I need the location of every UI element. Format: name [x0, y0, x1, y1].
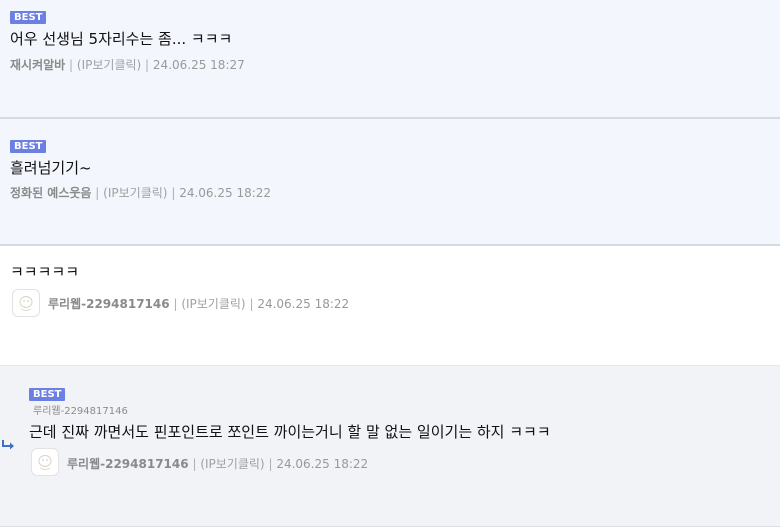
- default-avatar-icon[interactable]: [12, 289, 40, 317]
- separator: |: [268, 457, 273, 471]
- author-name[interactable]: 정화된 예스웃음: [10, 186, 91, 200]
- separator: |: [171, 186, 176, 200]
- comment-text: 어우 선생님 5자리수는 좀... ㅋㅋㅋ: [10, 30, 233, 48]
- separator: |: [249, 297, 254, 311]
- ip-view-link[interactable]: (IP보기클릭): [77, 58, 141, 72]
- separator: |: [192, 457, 197, 471]
- comment-item: BEST 흘려넘기기~ 정화된 예스웃음 | (IP보기클릭) | 24.06.…: [0, 119, 780, 246]
- timestamp: 24.06.25 18:22: [257, 297, 350, 311]
- ip-view-link[interactable]: (IP보기클릭): [103, 186, 167, 200]
- default-avatar-icon[interactable]: [31, 448, 59, 476]
- separator: |: [145, 58, 150, 72]
- author-name[interactable]: 루리웹-2294817146: [67, 457, 189, 471]
- author-name[interactable]: 재시켜알바: [10, 58, 65, 72]
- reply-comment-item: BEST 루리웹-2294817146 근데 진짜 까면서도 핀포인트로 쪼인트…: [0, 366, 780, 527]
- timestamp: 24.06.25 18:27: [152, 58, 245, 72]
- author-name[interactable]: 루리웹-2294817146: [48, 297, 170, 311]
- comment-item: BEST 어우 선생님 5자리수는 좀... ㅋㅋㅋ 재시켜알바 | (IP보기…: [0, 0, 780, 119]
- separator: |: [69, 58, 74, 72]
- comment-text: ㅋㅋㅋㅋㅋ: [10, 263, 80, 281]
- best-badge: BEST: [29, 388, 66, 401]
- separator: |: [95, 186, 100, 200]
- best-badge: BEST: [10, 11, 47, 24]
- comment-list: BEST 어우 선생님 5자리수는 좀... ㅋㅋㅋ 재시켜알바 | (IP보기…: [0, 0, 780, 527]
- timestamp: 24.06.25 18:22: [179, 186, 272, 200]
- ip-view-link[interactable]: (IP보기클릭): [181, 297, 245, 311]
- reply-arrow-icon: [2, 440, 14, 450]
- comment-item: ㅋㅋㅋㅋㅋ 루리웹-2294817146 | (IP보기클릭) | 24.06.…: [0, 246, 780, 366]
- comment-text: 흘려넘기기~: [10, 159, 92, 177]
- ip-view-link[interactable]: (IP보기클릭): [200, 457, 264, 471]
- comment-meta: 루리웹-2294817146 | (IP보기클릭) | 24.06.25 18:…: [48, 297, 349, 311]
- best-badge: BEST: [10, 140, 47, 153]
- comment-meta: 루리웹-2294817146 | (IP보기클릭) | 24.06.25 18:…: [67, 457, 368, 471]
- comment-meta: 재시켜알바 | (IP보기클릭) | 24.06.25 18:27: [10, 58, 245, 72]
- timestamp: 24.06.25 18:22: [276, 457, 369, 471]
- comment-meta: 정화된 예스웃음 | (IP보기클릭) | 24.06.25 18:22: [10, 186, 271, 200]
- comment-text: 근데 진짜 까면서도 핀포인트로 쪼인트 까이는거니 할 말 없는 일이기는 하…: [29, 423, 551, 441]
- separator: |: [173, 297, 178, 311]
- reply-target-author[interactable]: 루리웹-2294817146: [33, 406, 128, 418]
